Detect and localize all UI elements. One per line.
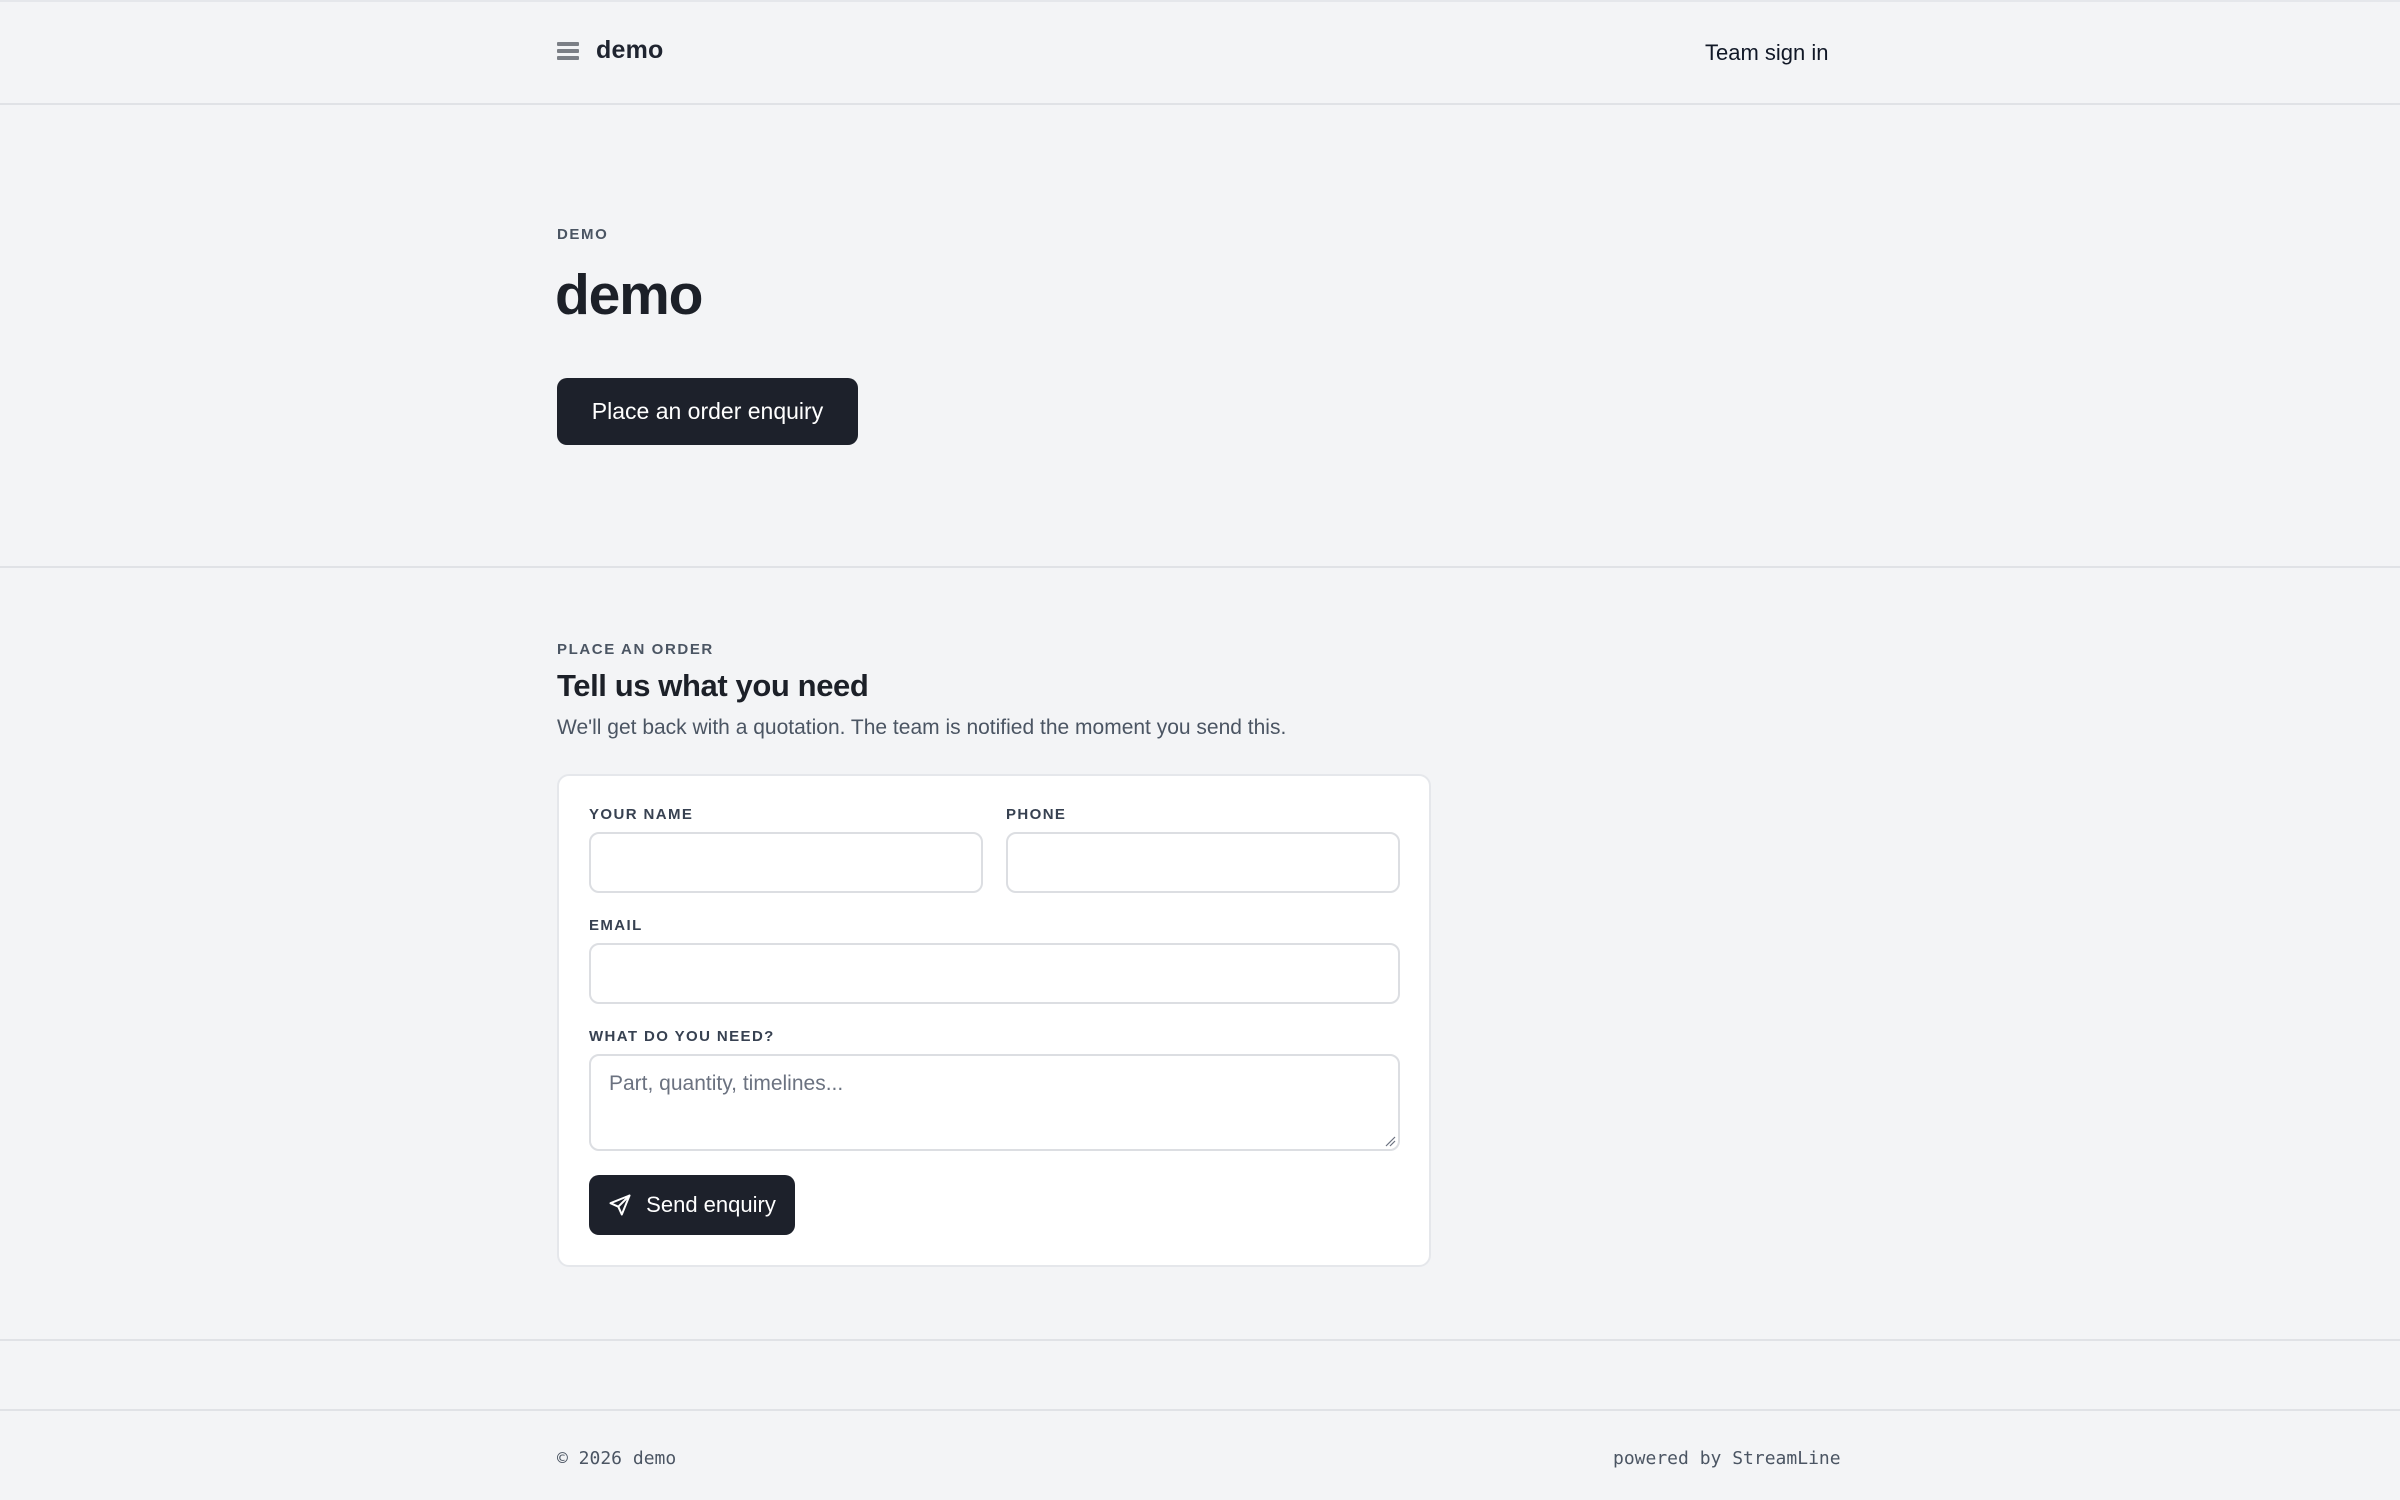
brand[interactable]: demo <box>557 36 663 65</box>
resize-handle-icon[interactable] <box>1384 1135 1396 1147</box>
menu-lines-icon <box>557 40 579 62</box>
powered-by-text: powered by StreamLine <box>1613 1448 1841 1469</box>
section-divider <box>0 1339 2400 1341</box>
need-label: WHAT DO YOU NEED? <box>589 1028 775 1045</box>
send-enquiry-button[interactable]: Send enquiry <box>589 1175 795 1235</box>
email-label: EMAIL <box>589 917 643 934</box>
brand-name: demo <box>596 36 664 64</box>
form-title: Tell us what you need <box>557 668 869 703</box>
top-header: demo Team sign in <box>0 0 2400 105</box>
need-textarea[interactable] <box>589 1054 1400 1151</box>
place-order-enquiry-button[interactable]: Place an order enquiry <box>557 378 858 445</box>
section-divider <box>0 566 2400 568</box>
page: demo Team sign in DEMO demo Place an ord… <box>0 0 2400 1500</box>
name-label: YOUR NAME <box>589 806 694 823</box>
enquiry-form-card: YOUR NAME PHONE EMAIL WHAT DO YOU NEED? … <box>557 774 1431 1267</box>
page-title: demo <box>555 263 703 327</box>
email-input[interactable] <box>589 943 1400 1004</box>
send-enquiry-label: Send enquiry <box>646 1192 776 1217</box>
phone-input[interactable] <box>1006 832 1400 893</box>
footer-divider <box>0 1409 2400 1411</box>
copyright-text: © 2026 demo <box>557 1448 677 1469</box>
team-sign-in-link[interactable]: Team sign in <box>1705 40 1829 66</box>
hero-eyebrow: DEMO <box>557 226 609 243</box>
send-icon <box>609 1194 631 1216</box>
name-input[interactable] <box>589 832 983 893</box>
form-eyebrow: PLACE AN ORDER <box>557 641 714 658</box>
form-subtitle: We'll get back with a quotation. The tea… <box>557 716 1287 739</box>
phone-label: PHONE <box>1006 806 1067 823</box>
